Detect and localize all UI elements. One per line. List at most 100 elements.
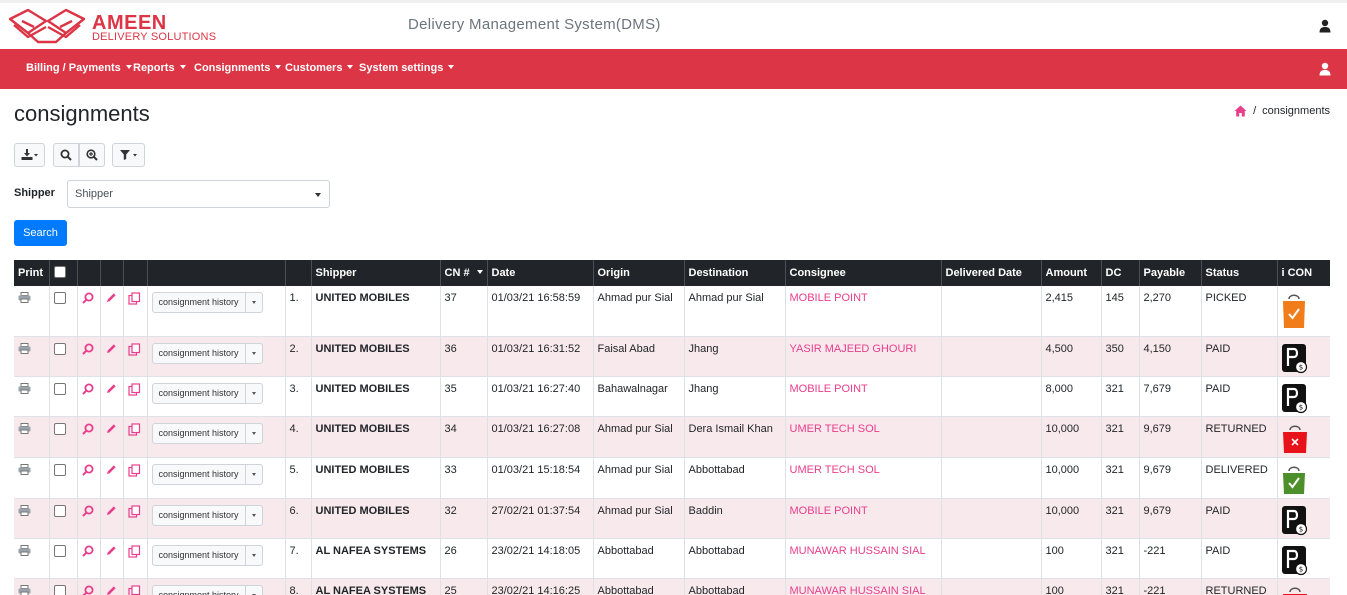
nav-system-settings[interactable]: System settings xyxy=(359,62,455,74)
history-dropdown-toggle[interactable] xyxy=(246,546,262,565)
main-navbar: Billing / Payments Reports Consignments … xyxy=(0,49,1347,89)
consignee-cell[interactable]: UMER TECH SOL xyxy=(784,457,941,499)
printer-icon[interactable] xyxy=(18,422,31,434)
col-delivered-date[interactable]: Delivered Date xyxy=(940,260,1041,286)
history-cell: consignment history xyxy=(146,286,285,337)
col-consignee[interactable]: Consignee xyxy=(784,260,941,286)
consignment-history-button[interactable]: consignment history xyxy=(151,292,263,313)
col-date[interactable]: Date xyxy=(486,260,593,286)
consignment-history-button[interactable]: consignment history xyxy=(151,584,263,595)
nav-reports[interactable]: Reports xyxy=(133,62,186,74)
printer-icon[interactable] xyxy=(18,504,31,516)
consignee-cell[interactable]: MUNAWAR HUSSAIN SIAL xyxy=(784,578,941,595)
search-icon[interactable] xyxy=(81,292,94,304)
consignment-history-button[interactable]: consignment history xyxy=(151,504,263,526)
search-icon[interactable] xyxy=(81,343,94,355)
copy-icon[interactable] xyxy=(127,463,141,477)
amount-cell: 10,000 xyxy=(1040,416,1101,458)
copy-icon[interactable] xyxy=(127,504,141,518)
user-icon[interactable] xyxy=(1319,62,1331,76)
col-amount[interactable]: Amount xyxy=(1040,260,1101,286)
consignee-cell[interactable]: MOBILE POINT xyxy=(784,376,941,417)
pencil-icon[interactable] xyxy=(105,343,117,355)
brand-logo[interactable]: AMEEN DELIVERY SOLUTIONS xyxy=(6,7,236,47)
shipper-select[interactable]: Shipper xyxy=(67,180,330,208)
search-icon[interactable] xyxy=(81,423,94,435)
nav-billing-payments[interactable]: Billing / Payments xyxy=(26,62,132,74)
consignment-history-button[interactable]: consignment history xyxy=(151,382,263,404)
consignee-cell[interactable]: YASIR MAJEED GHOURI xyxy=(784,336,941,377)
row-index: 5. xyxy=(284,457,311,499)
delivered-date-cell xyxy=(940,498,1041,539)
printer-icon[interactable] xyxy=(18,584,31,595)
consignee-cell[interactable]: MOBILE POINT xyxy=(784,498,941,539)
history-dropdown-toggle[interactable] xyxy=(246,384,262,403)
search-icon[interactable] xyxy=(81,505,94,517)
consignment-history-button[interactable]: consignment history xyxy=(151,544,263,566)
consignee-cell[interactable]: MOBILE POINT xyxy=(784,286,941,337)
col-status[interactable]: Status xyxy=(1200,260,1277,286)
printer-icon[interactable] xyxy=(18,463,31,475)
search-button[interactable]: Search xyxy=(14,220,67,246)
copy-icon[interactable] xyxy=(127,342,141,356)
copy-icon[interactable] xyxy=(127,544,141,558)
row-checkbox[interactable] xyxy=(53,584,66,595)
history-dropdown-toggle[interactable] xyxy=(246,586,262,595)
history-dropdown-toggle[interactable] xyxy=(246,293,262,312)
export-button[interactable] xyxy=(14,143,45,167)
col-origin[interactable]: Origin xyxy=(592,260,684,286)
pencil-icon[interactable] xyxy=(105,464,117,476)
consignment-history-button[interactable]: consignment history xyxy=(151,463,263,485)
pencil-icon[interactable] xyxy=(105,505,117,517)
consignee-cell[interactable]: UMER TECH SOL xyxy=(784,416,941,458)
edit-cell xyxy=(99,336,123,377)
filter-button[interactable] xyxy=(112,143,145,167)
row-checkbox[interactable] xyxy=(53,292,66,304)
printer-icon[interactable] xyxy=(18,342,31,354)
history-dropdown-toggle[interactable] xyxy=(246,506,262,525)
row-checkbox[interactable] xyxy=(53,382,66,395)
nav-consignments[interactable]: Consignments xyxy=(194,62,282,74)
pencil-icon[interactable] xyxy=(105,423,117,435)
user-icon[interactable] xyxy=(1319,19,1331,33)
search-icon[interactable] xyxy=(81,545,94,557)
nav-customers[interactable]: Customers xyxy=(285,62,354,74)
history-dropdown-toggle[interactable] xyxy=(246,424,262,443)
consignment-history-button[interactable]: consignment history xyxy=(151,422,263,444)
col-payable[interactable]: Payable xyxy=(1138,260,1201,286)
pencil-icon[interactable] xyxy=(105,585,117,595)
printer-icon[interactable] xyxy=(18,292,31,303)
history-dropdown-toggle[interactable] xyxy=(246,465,262,484)
copy-icon[interactable] xyxy=(127,292,141,305)
col-index xyxy=(284,260,311,286)
select-all-checkbox[interactable] xyxy=(53,265,66,278)
row-checkbox[interactable] xyxy=(53,544,66,557)
search-icon[interactable] xyxy=(81,464,94,476)
row-checkbox[interactable] xyxy=(53,504,66,517)
consignment-history-button[interactable]: consignment history xyxy=(151,342,263,364)
copy-icon[interactable] xyxy=(127,422,141,436)
pencil-icon[interactable] xyxy=(105,292,117,304)
col-shipper[interactable]: Shipper xyxy=(310,260,440,286)
consignment-history-label: consignment history xyxy=(153,423,246,443)
printer-icon[interactable] xyxy=(18,544,31,556)
row-checkbox[interactable] xyxy=(53,422,66,435)
col-dc[interactable]: DC xyxy=(1100,260,1139,286)
search-toggle-button[interactable] xyxy=(53,143,79,167)
copy-icon[interactable] xyxy=(127,382,141,396)
col-cn[interactable]: CN # xyxy=(439,260,487,286)
row-checkbox[interactable] xyxy=(53,342,66,355)
copy-icon[interactable] xyxy=(127,584,141,595)
search-icon[interactable] xyxy=(81,585,94,595)
printer-icon[interactable] xyxy=(18,382,31,394)
home-icon[interactable] xyxy=(1234,105,1247,117)
history-dropdown-toggle[interactable] xyxy=(246,344,262,363)
destination-cell: Baddin xyxy=(683,498,785,539)
advanced-search-button[interactable] xyxy=(79,143,105,167)
consignee-cell[interactable]: MUNAWAR HUSSAIN SIAL xyxy=(784,538,941,579)
search-icon[interactable] xyxy=(81,383,94,395)
pencil-icon[interactable] xyxy=(105,545,117,557)
pencil-icon[interactable] xyxy=(105,383,117,395)
row-checkbox[interactable] xyxy=(53,463,66,476)
col-destination[interactable]: Destination xyxy=(683,260,785,286)
